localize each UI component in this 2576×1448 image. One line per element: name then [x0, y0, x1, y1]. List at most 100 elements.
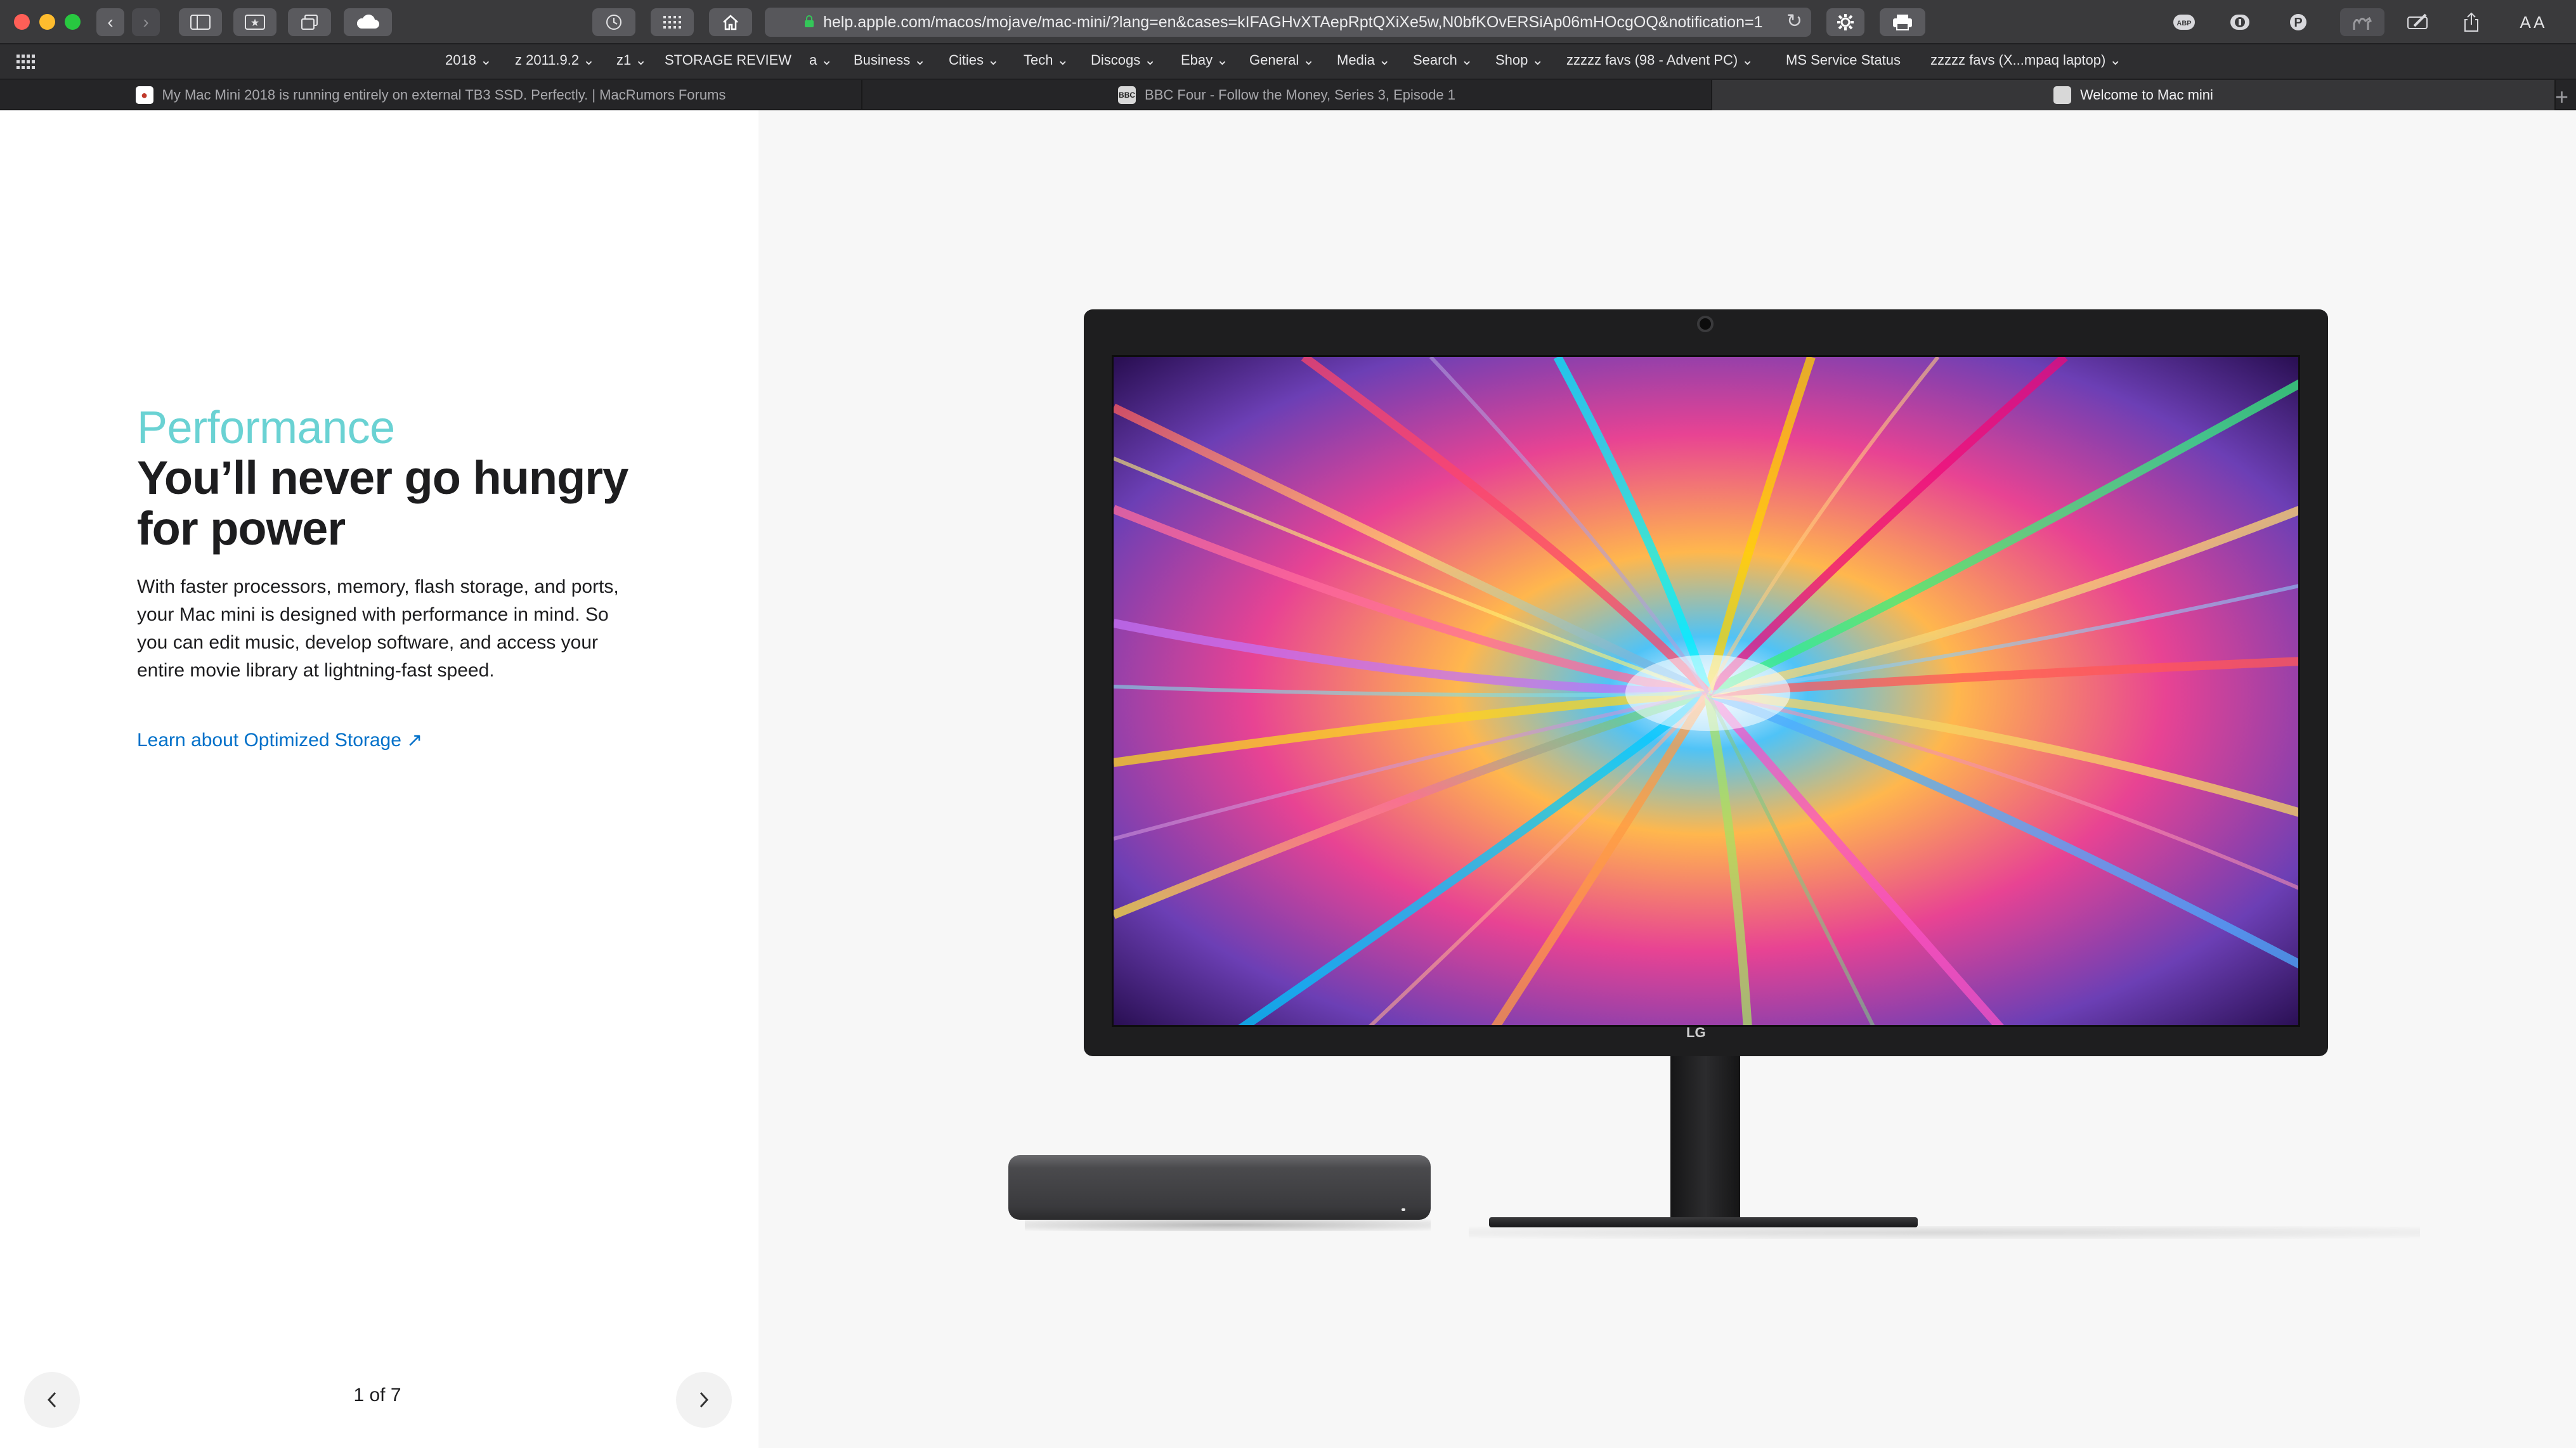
- monitor-stand-base: [1489, 1217, 1918, 1227]
- settings-button[interactable]: [1826, 8, 1864, 36]
- favorite-label: Search: [1413, 52, 1457, 68]
- favorites-grid-icon[interactable]: [16, 55, 36, 70]
- favorite-tech[interactable]: Tech ⌄: [1024, 52, 1069, 68]
- pinterest-icon: P: [2290, 14, 2306, 30]
- icloud-tabs-button[interactable]: [344, 8, 392, 36]
- favorites-bar: 2018 ⌄ z 2011.9.2 ⌄ z1 ⌄ STORAGE REVIEW …: [0, 44, 2576, 80]
- url-text: help.apple.com/macos/mojave/mac-mini/?la…: [823, 13, 1763, 31]
- tab-macrumors[interactable]: ● My Mac Mini 2018 is running entirely o…: [0, 80, 862, 110]
- favorite-storage-review[interactable]: STORAGE REVIEW: [665, 52, 791, 68]
- slide-counter: 1 of 7: [353, 1385, 401, 1406]
- favorite-shop[interactable]: Shop ⌄: [1495, 52, 1544, 68]
- stand-shadow: [1469, 1226, 2420, 1239]
- favorite-label: 2018: [445, 52, 476, 68]
- text-size-button[interactable]: A A: [2505, 8, 2560, 36]
- favorite-discogs[interactable]: Discogs ⌄: [1091, 52, 1156, 68]
- forward-button[interactable]: ›: [132, 8, 160, 36]
- favorite-business[interactable]: Business ⌄: [854, 52, 926, 68]
- tab-bbc-four[interactable]: BBC BBC Four - Follow the Money, Series …: [862, 80, 1712, 110]
- favorite-z1[interactable]: z1 ⌄: [616, 52, 647, 68]
- bookmarks-button[interactable]: ★: [233, 8, 276, 36]
- body-paragraph: With faster processors, memory, flash st…: [137, 576, 619, 681]
- browser-toolbar: ‹ › ★ help.apple.com/macos/mojave/mac-mi…: [0, 0, 2576, 44]
- mac-mini-shadow: [1025, 1219, 1431, 1231]
- bbc-favicon: BBC: [1118, 86, 1136, 104]
- favorite-zzzzz-advent[interactable]: zzzzz favs (98 - Advent PC) ⌄: [1566, 52, 1753, 68]
- icloud-icon: [356, 15, 379, 29]
- pinterest-button[interactable]: P: [2283, 8, 2313, 36]
- favorite-label: zzzzz favs (98 - Advent PC): [1566, 52, 1738, 68]
- favorite-a[interactable]: a ⌄: [809, 52, 833, 68]
- favorite-label: zzzzz favs (X...mpaq laptop): [1930, 52, 2106, 68]
- share-icon: [2464, 12, 2478, 32]
- favorite-label: Cities: [949, 52, 984, 68]
- favorite-z-2011[interactable]: z 2011.9.2 ⌄: [515, 52, 595, 68]
- favorite-label: z 2011.9.2: [515, 52, 580, 68]
- annotate-button[interactable]: [2397, 8, 2439, 36]
- home-icon: [723, 15, 738, 30]
- new-tab-button[interactable]: +: [2555, 84, 2568, 110]
- adblock-button[interactable]: ABP: [2169, 8, 2199, 36]
- favorite-label: Media: [1337, 52, 1375, 68]
- monitor-stand: [1670, 1056, 1740, 1219]
- onepassword-icon: [2230, 15, 2249, 30]
- camel-icon: [2353, 16, 2372, 30]
- favorite-ms-service-status[interactable]: MS Service Status: [1786, 52, 1901, 68]
- tab-welcome-mac-mini[interactable]: Welcome to Mac mini: [1712, 80, 2556, 110]
- chevron-left-icon: [47, 1392, 56, 1408]
- tab-title: Welcome to Mac mini: [2080, 87, 2213, 103]
- webcam: [1697, 316, 1714, 332]
- wallpaper-image: [1114, 357, 2298, 1025]
- annotate-icon: [2407, 13, 2428, 29]
- favorite-label: General: [1249, 52, 1299, 68]
- sidebar-icon: [190, 15, 211, 30]
- mac-mini: [1008, 1155, 1431, 1220]
- mac-mini-status-led: [1402, 1208, 1405, 1211]
- favorite-label: a: [809, 52, 817, 68]
- tab-title: My Mac Mini 2018 is running entirely on …: [162, 87, 726, 103]
- text-panel: Performance You’ll never go hungry for p…: [0, 110, 758, 1448]
- tab-bar: ● My Mac Mini 2018 is running entirely o…: [0, 80, 2576, 110]
- slide-pager: 1 of 7: [0, 1372, 758, 1435]
- sidebar-button[interactable]: [179, 8, 222, 36]
- share-button[interactable]: [2450, 8, 2492, 36]
- previous-slide-button[interactable]: [24, 1372, 80, 1428]
- home-button[interactable]: [709, 8, 752, 36]
- close-window-button[interactable]: [14, 14, 30, 30]
- monitor-screen: [1112, 355, 2300, 1027]
- back-button[interactable]: ‹: [96, 8, 124, 36]
- back-icon: ‹: [107, 12, 114, 32]
- address-bar[interactable]: help.apple.com/macos/mojave/mac-mini/?la…: [765, 8, 1811, 37]
- print-icon: [1893, 15, 1912, 30]
- tabs-overview-button[interactable]: [288, 8, 331, 36]
- history-button[interactable]: [592, 8, 635, 36]
- history-icon: [606, 15, 621, 30]
- tabs-overview-icon: [301, 15, 318, 30]
- svg-text:★: ★: [250, 18, 259, 29]
- onepassword-button[interactable]: [2225, 8, 2255, 36]
- svg-text:ABP: ABP: [2176, 20, 2191, 27]
- favorite-media[interactable]: Media ⌄: [1337, 52, 1390, 68]
- svg-text:P: P: [2294, 16, 2302, 30]
- apps-grid-button[interactable]: [651, 8, 694, 36]
- apps-grid-icon: [663, 16, 681, 29]
- adblock-icon: ABP: [2173, 15, 2195, 30]
- chevron-right-icon: [699, 1392, 709, 1408]
- reload-icon[interactable]: ↻: [1786, 10, 1802, 32]
- favorite-general[interactable]: General ⌄: [1249, 52, 1315, 68]
- section-eyebrow: Performance: [137, 403, 395, 453]
- favorite-zzzzz-compaq[interactable]: zzzzz favs (X...mpaq laptop) ⌄: [1930, 52, 2121, 68]
- minimize-window-button[interactable]: [39, 14, 55, 30]
- favorite-search[interactable]: Search ⌄: [1413, 52, 1473, 68]
- camel-button[interactable]: [2340, 8, 2384, 36]
- favorite-ebay[interactable]: Ebay ⌄: [1181, 52, 1228, 68]
- lg-ultrafine-monitor: LG: [1084, 309, 2328, 1056]
- zoom-window-button[interactable]: [65, 14, 81, 30]
- favorite-label: STORAGE REVIEW: [665, 52, 792, 68]
- favorite-cities[interactable]: Cities ⌄: [949, 52, 999, 68]
- learn-optimized-storage-link[interactable]: Learn about Optimized Storage ↗: [137, 729, 422, 751]
- print-button[interactable]: [1880, 8, 1925, 36]
- favorite-2018[interactable]: 2018 ⌄: [445, 52, 492, 68]
- text-size-icon: A A: [2520, 12, 2545, 32]
- next-slide-button[interactable]: [676, 1372, 732, 1428]
